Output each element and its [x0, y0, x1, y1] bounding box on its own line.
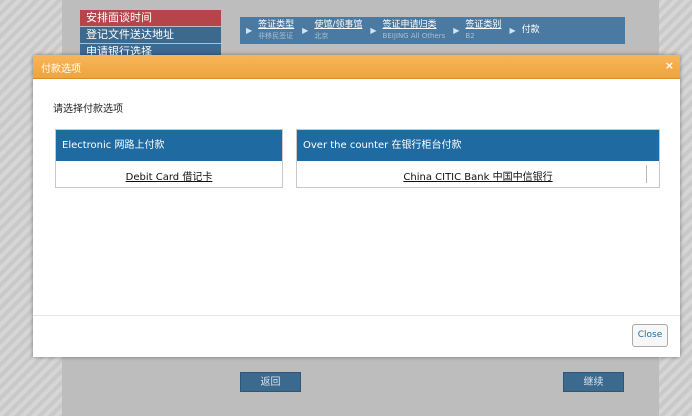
close-button[interactable]: Close	[632, 324, 668, 347]
debit-card-link[interactable]: Debit Card 借记卡	[56, 168, 282, 183]
sidebar-item-schedule-interview[interactable]: 安排面谈时间	[80, 10, 221, 26]
breadcrumb-item-embassy[interactable]: ▶ 使馆/领事馆 北京	[302, 17, 362, 41]
chevron-right-icon: ▶	[453, 26, 460, 35]
breadcrumb-sub: 北京	[314, 32, 329, 40]
modal-body: 请选择付款选项 Electronic 网路上付款 Debit Card 借记卡 …	[33, 79, 680, 316]
breadcrumb: ▶ 签证类型 非移民签证 ▶ 使馆/领事馆 北京 ▶ 签证申请归类 BEIJIN…	[240, 17, 625, 44]
breadcrumb-item-visa-type[interactable]: ▶ 签证类型 非移民签证	[246, 17, 294, 41]
modal-title: 付款选项	[41, 64, 81, 75]
payment-option-electronic: Electronic 网路上付款 Debit Card 借记卡	[55, 129, 283, 188]
close-icon[interactable]: ×	[665, 59, 674, 72]
modal-footer: Close	[33, 315, 680, 357]
panel-header: Over the counter 在银行柜台付款	[297, 130, 659, 161]
payment-prompt: 请选择付款选项	[53, 104, 123, 115]
breadcrumb-item-visa-class[interactable]: ▶ 签证类别 B2	[453, 17, 501, 41]
back-button[interactable]: 返回	[240, 372, 301, 392]
chevron-right-icon: ▶	[370, 26, 377, 35]
breadcrumb-label: 使馆/领事馆	[314, 20, 363, 30]
panel-header: Electronic 网路上付款	[56, 130, 282, 161]
continue-button[interactable]: 继续	[563, 372, 624, 392]
divider	[646, 165, 647, 183]
breadcrumb-label: 签证类型	[258, 20, 295, 30]
payment-options-modal: 付款选项 × 请选择付款选项 Electronic 网路上付款 Debit Ca…	[33, 55, 680, 357]
breadcrumb-label: 签证申请归类	[382, 20, 437, 30]
breadcrumb-label: 签证类别	[465, 20, 502, 30]
breadcrumb-sub: 非移民签证	[258, 32, 294, 40]
sidebar-menu: 安排面谈时间 登记文件送达地址 申请银行选择	[80, 10, 221, 61]
chevron-right-icon: ▶	[509, 26, 516, 35]
breadcrumb-sub: BEIJING All Others	[382, 32, 446, 40]
breadcrumb-sub: B2	[465, 32, 475, 40]
sidebar-item-delivery-address[interactable]: 登记文件送达地址	[80, 27, 221, 43]
modal-header: 付款选项 ×	[33, 55, 680, 79]
chevron-right-icon: ▶	[302, 26, 309, 35]
breadcrumb-item-category[interactable]: ▶ 签证申请归类 BEIJING All Others	[370, 17, 445, 41]
breadcrumb-label: 付款	[521, 25, 540, 35]
breadcrumb-item-payment: ▶ 付款	[509, 17, 539, 36]
payment-option-counter: Over the counter 在银行柜台付款 China CITIC Ban…	[296, 129, 660, 188]
citic-bank-link[interactable]: China CITIC Bank 中国中信银行	[297, 168, 659, 183]
chevron-right-icon: ▶	[246, 26, 253, 35]
